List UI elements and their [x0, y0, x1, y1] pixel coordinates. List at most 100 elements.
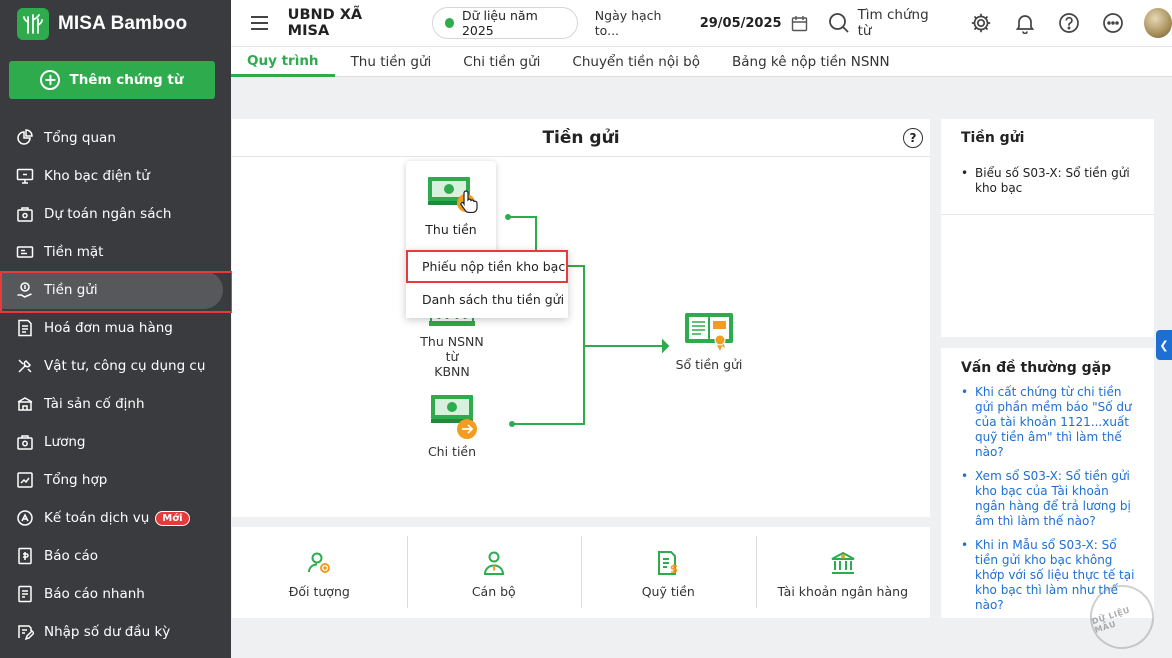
- money-pay-icon: [431, 395, 477, 439]
- help-icon[interactable]: [1058, 12, 1080, 34]
- bell-icon[interactable]: [1014, 12, 1036, 34]
- reports-list: Biểu số S03-X: Sổ tiền gửi kho bạc: [941, 166, 1154, 196]
- catalog-item-objects[interactable]: Đối tượng: [232, 527, 407, 618]
- sidebar-item-opening-balance[interactable]: Nhập số dư đầu kỳ: [0, 613, 231, 651]
- receive-money-dropdown: Phiếu nộp tiền kho bạc Danh sách thu tiề…: [406, 250, 568, 318]
- summary-chart-icon: [14, 469, 36, 491]
- building-icon: [14, 393, 36, 415]
- sidebar-item-e-treasury[interactable]: Kho bạc điện tử: [0, 157, 231, 195]
- org-name[interactable]: UBND XÃ MISA: [288, 7, 400, 39]
- brand[interactable]: MISA Bamboo: [0, 0, 231, 48]
- hand-cursor-icon: [460, 190, 478, 213]
- tab-process[interactable]: Quy trình: [231, 47, 335, 77]
- invoice-icon: [14, 317, 36, 339]
- funds-icon: [656, 546, 680, 576]
- sidebar-item-service-accounting[interactable]: Kế toán dịch vụ Mới: [0, 499, 231, 537]
- report-link[interactable]: Biểu số S03-X: Sổ tiền gửi kho bạc: [961, 166, 1142, 196]
- tab-state-budget-list[interactable]: Bảng kê nộp tiền NSNN: [716, 47, 906, 77]
- module-tabs: Quy trình Thu tiền gửi Chi tiền gửi Chuy…: [231, 47, 1172, 77]
- top-header: UBND XÃ MISA Dữ liệu năm 2025 Ngày hạch …: [231, 0, 1172, 47]
- tab-internal-transfer[interactable]: Chuyển tiền nội bộ: [556, 47, 716, 77]
- divider: [941, 214, 1154, 215]
- salary-icon: [14, 431, 36, 453]
- sidebar-item-supplies[interactable]: Vật tư, công cụ dụng cụ: [0, 347, 231, 385]
- flow-connectors: [505, 214, 670, 427]
- data-year-label: Dữ liệu năm 2025: [461, 8, 538, 38]
- sidebar-item-label: Báo cáo: [44, 548, 99, 564]
- catalog-item-bank-accounts[interactable]: Tài khoản ngân hàng: [755, 527, 931, 618]
- catalog-item-funds[interactable]: Quỹ tiền: [581, 527, 756, 618]
- sidebar: MISA Bamboo + Thêm chứng từ Tổng quan Kh…: [0, 0, 233, 658]
- search-icon[interactable]: [828, 12, 850, 34]
- sidebar-item-label: Kho bạc điện tử: [44, 168, 150, 184]
- sidebar-item-fixed-assets[interactable]: Tài sản cố định: [0, 385, 231, 423]
- sidebar-item-label: Tài sản cố định: [44, 396, 145, 412]
- sidebar-item-cash[interactable]: Tiền mặt: [0, 233, 231, 271]
- deposit-book-icon: [685, 313, 733, 351]
- faq-panel-title: Vấn đề thường gặp: [961, 360, 1112, 376]
- sidebar-item-quick-reports[interactable]: Báo cáo nhanh: [0, 575, 231, 613]
- add-voucher-label: Thêm chứng từ: [69, 72, 184, 88]
- reports-panel-title: Tiền gửi: [961, 130, 1025, 146]
- tab-deposit-receipts[interactable]: Thu tiền gửi: [335, 47, 448, 77]
- posting-date-value[interactable]: 29/05/2025: [700, 16, 782, 31]
- sidebar-nav: Tổng quan Kho bạc điện tử Dự toán ngân s…: [0, 119, 233, 651]
- sidebar-item-label: Kế toán dịch vụ: [44, 510, 150, 526]
- sidebar-item-label: Lương: [44, 434, 86, 450]
- catalog-item-label: Đối tượng: [288, 584, 350, 599]
- sidebar-item-purchase-invoice[interactable]: Hoá đơn mua hàng: [0, 309, 231, 347]
- menu-item-treasury-deposit-slip[interactable]: Phiếu nộp tiền kho bạc: [406, 250, 568, 283]
- catalog-item-label: Quỹ tiền: [641, 584, 695, 599]
- status-dot-icon: [444, 18, 454, 28]
- bamboo-logo-icon: [17, 8, 49, 40]
- data-year-selector[interactable]: Dữ liệu năm 2025: [431, 7, 578, 39]
- flow-node-label: Thu NSNN từ: [420, 334, 484, 364]
- menu-item-deposit-receipt-list[interactable]: Danh sách thu tiền gửi: [406, 283, 568, 316]
- cash-icon: [14, 241, 36, 263]
- sidebar-item-overview[interactable]: Tổng quan: [0, 119, 231, 157]
- sidebar-item-label: Tiền gửi: [44, 282, 98, 298]
- sidebar-item-reports[interactable]: Báo cáo: [0, 537, 231, 575]
- flow-node-receive-money[interactable]: Thu tiền: [406, 161, 496, 253]
- search-label[interactable]: Tìm chứng từ: [858, 7, 941, 39]
- collapse-right-panel-icon[interactable]: ❮: [1156, 330, 1172, 360]
- sidebar-item-label: Dự toán ngân sách: [44, 206, 172, 222]
- sidebar-item-label: Tổng quan: [44, 130, 116, 146]
- add-voucher-button[interactable]: + Thêm chứng từ: [9, 61, 215, 99]
- service-icon: [14, 507, 36, 529]
- pie-chart-icon: [14, 127, 36, 149]
- catalog-item-label: Cán bộ: [471, 584, 516, 599]
- brand-name: MISA Bamboo: [58, 13, 188, 34]
- report-icon: [14, 545, 36, 567]
- opening-balance-icon: [14, 621, 36, 643]
- avatar[interactable]: [1144, 8, 1172, 38]
- menu-icon[interactable]: [251, 16, 268, 30]
- flow-node-pay-money[interactable]: Chi tiền: [412, 393, 492, 459]
- sidebar-item-deposit[interactable]: Tiền gửi: [0, 271, 233, 313]
- quick-report-icon: [14, 583, 36, 605]
- plus-icon: +: [40, 70, 61, 90]
- catalog-item-staff[interactable]: Cán bộ: [406, 527, 582, 618]
- faq-link[interactable]: Xem sổ S03-X: Sổ tiền gửi kho bạc của Tà…: [961, 469, 1142, 529]
- sidebar-item-label: Tiền mặt: [44, 244, 104, 260]
- more-options-icon[interactable]: [1102, 12, 1124, 34]
- tab-deposit-payments[interactable]: Chi tiền gửi: [447, 47, 556, 77]
- objects-icon: [306, 546, 332, 576]
- sidebar-item-summary[interactable]: Tổng hợp: [0, 461, 231, 499]
- process-flow-panel: Tiền gửi ? Thu NSNN từ KBNN Thu tiền Phi…: [232, 119, 930, 517]
- sidebar-item-label: Hoá đơn mua hàng: [44, 320, 173, 336]
- sidebar-item-label: Nhập số dư đầu kỳ: [44, 624, 171, 640]
- gear-icon[interactable]: [970, 12, 992, 34]
- sidebar-item-label: Vật tư, công cụ dụng cụ: [44, 358, 206, 374]
- sidebar-item-salary[interactable]: Lương: [0, 423, 231, 461]
- new-badge: Mới: [155, 510, 190, 526]
- quick-catalog-panel: Đối tượng Cán bộ Quỹ tiền Tài khoản ngân…: [232, 527, 930, 618]
- flow-node-deposit-book[interactable]: Sổ tiền gửi: [672, 307, 746, 372]
- sidebar-item-budget[interactable]: Dự toán ngân sách: [0, 195, 231, 233]
- calendar-icon[interactable]: [791, 15, 808, 32]
- monitor-icon: [14, 165, 36, 187]
- catalog-item-label: Tài khoản ngân hàng: [777, 584, 909, 599]
- faq-link[interactable]: Khi cất chứng từ chi tiền gửi phần mềm b…: [961, 385, 1142, 460]
- bank-icon: [830, 546, 856, 576]
- flow-node-label: Thu tiền: [425, 222, 477, 237]
